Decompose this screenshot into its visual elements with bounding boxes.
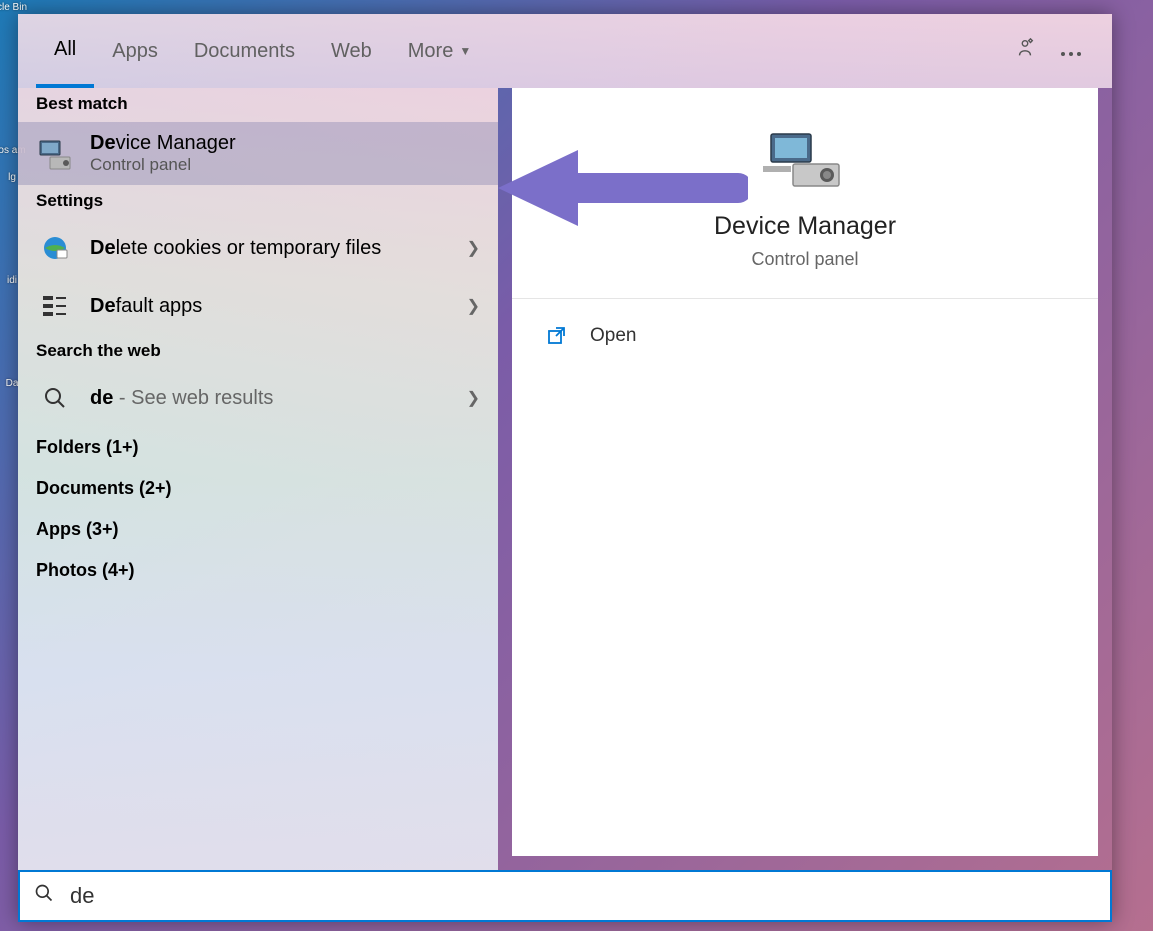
search-panel: All Apps Documents Web More ▼ Best match xyxy=(18,14,1112,922)
category-apps[interactable]: Apps (3+) xyxy=(18,509,498,550)
category-documents[interactable]: Documents (2+) xyxy=(18,468,498,509)
search-icon xyxy=(34,883,54,909)
search-panel-top: All Apps Documents Web More ▼ Best match xyxy=(18,14,1112,870)
result-subtitle: Control panel xyxy=(90,155,480,175)
chevron-down-icon: ▼ xyxy=(459,44,471,58)
tab-web[interactable]: Web xyxy=(313,14,390,88)
search-web-header: Search the web xyxy=(18,335,498,369)
tab-all[interactable]: All xyxy=(36,14,94,88)
chevron-right-icon: ❯ xyxy=(467,238,480,258)
preview-header: Device Manager Control panel xyxy=(512,88,1098,299)
results-pane: Best match Device Manager Control panel … xyxy=(18,88,498,870)
category-folders[interactable]: Folders (1+) xyxy=(18,427,498,468)
result-web-search[interactable]: de - See web results ❯ xyxy=(18,369,498,427)
best-match-header: Best match xyxy=(18,88,498,122)
result-delete-cookies[interactable]: Delete cookies or temporary files ❯ xyxy=(18,219,498,277)
open-icon xyxy=(546,325,568,347)
desktop-icon-recycle-bin[interactable]: cle Bin xyxy=(0,0,29,15)
preview-actions: Open xyxy=(512,299,1098,373)
tab-documents[interactable]: Documents xyxy=(176,14,313,88)
preview-device-manager-icon xyxy=(763,128,847,188)
more-options-icon[interactable] xyxy=(1048,40,1094,63)
search-bar[interactable] xyxy=(18,870,1112,922)
action-open[interactable]: Open xyxy=(542,317,1068,355)
preview-title: Device Manager xyxy=(714,212,896,241)
settings-header: Settings xyxy=(18,185,498,219)
result-device-manager[interactable]: Device Manager Control panel xyxy=(18,122,498,185)
device-manager-icon xyxy=(36,135,74,173)
preview-subtitle: Control panel xyxy=(751,249,858,270)
result-title: Device Manager xyxy=(90,132,480,155)
feedback-icon[interactable] xyxy=(1002,37,1048,65)
chevron-right-icon: ❯ xyxy=(467,388,480,408)
preview-pane: Device Manager Control panel Open xyxy=(512,88,1098,856)
chevron-right-icon: ❯ xyxy=(467,296,480,316)
action-label: Open xyxy=(590,325,636,347)
category-photos[interactable]: Photos (4+) xyxy=(18,550,498,591)
default-apps-icon xyxy=(36,287,74,325)
search-input[interactable] xyxy=(70,883,1096,909)
tab-more[interactable]: More ▼ xyxy=(390,14,489,88)
globe-icon xyxy=(36,229,74,267)
search-body: Best match Device Manager Control panel … xyxy=(18,88,1112,870)
result-default-apps[interactable]: Default apps ❯ xyxy=(18,277,498,335)
search-icon xyxy=(36,379,74,417)
search-tabs: All Apps Documents Web More ▼ xyxy=(18,14,1112,88)
tab-apps[interactable]: Apps xyxy=(94,14,176,88)
